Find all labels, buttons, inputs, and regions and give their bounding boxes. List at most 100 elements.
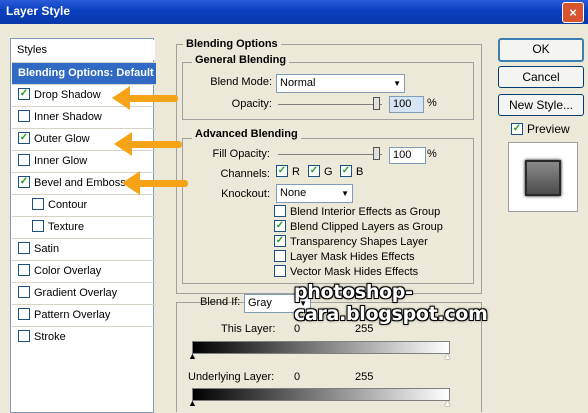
style-checkbox[interactable] xyxy=(18,154,30,167)
new-style-button[interactable]: New Style... xyxy=(498,94,584,116)
channels-label: Channels: xyxy=(220,168,270,180)
arrow-head xyxy=(122,171,140,195)
chevron-down-icon: ▼ xyxy=(393,79,401,88)
style-item-label: Bevel and Emboss xyxy=(34,177,126,189)
blend-mode-label: Blend Mode: xyxy=(210,76,272,88)
fill-opacity-input[interactable]: 100 xyxy=(389,147,426,164)
style-checkbox[interactable] xyxy=(32,220,44,233)
advanced-blending-title: Advanced Blending xyxy=(192,128,301,140)
style-checkbox[interactable]: ✓ xyxy=(18,88,30,101)
this-layer-black-slider[interactable]: ▲ xyxy=(188,351,197,361)
style-item-color-overlay[interactable]: Color Overlay xyxy=(12,260,156,282)
option-blend-interior-effects-as-group[interactable]: Blend Interior Effects as Group xyxy=(274,205,441,218)
underlying-gradient xyxy=(192,388,450,401)
style-item-label: Blending Options: Default xyxy=(18,67,154,79)
opacity-slider-thumb[interactable] xyxy=(373,97,380,110)
chevron-down-icon: ▼ xyxy=(341,189,349,198)
opacity-label: Opacity: xyxy=(231,98,272,110)
channel-label: B xyxy=(356,166,364,178)
opacity-slider-track[interactable] xyxy=(278,104,382,105)
style-item-contour[interactable]: Contour xyxy=(12,194,156,216)
style-item-label: Inner Shadow xyxy=(34,111,102,123)
style-checkbox[interactable] xyxy=(18,110,30,123)
style-item-texture[interactable]: Texture xyxy=(12,216,156,238)
option-checkbox[interactable]: ✓ xyxy=(274,220,286,233)
style-checkbox[interactable] xyxy=(18,308,30,321)
style-item-pattern-overlay[interactable]: Pattern Overlay xyxy=(12,304,156,326)
opacity-unit: % xyxy=(427,97,437,109)
option-blend-clipped-layers-as-group[interactable]: ✓ Blend Clipped Layers as Group xyxy=(274,220,443,233)
option-vector-mask-hides-effects[interactable]: Vector Mask Hides Effects xyxy=(274,265,419,278)
channel-b-toggle[interactable]: ✓ B xyxy=(340,165,364,178)
opacity-input[interactable]: 100 xyxy=(389,96,424,113)
arrow-shaft xyxy=(138,180,188,187)
style-item-inner-glow[interactable]: Inner Glow xyxy=(12,150,156,172)
title-bar xyxy=(0,0,588,24)
underlying-white-slider[interactable]: ▲ xyxy=(443,398,452,408)
option-label: Vector Mask Hides Effects xyxy=(290,266,419,278)
this-layer-white-slider[interactable]: ▲ xyxy=(443,351,452,361)
style-item-label: Stroke xyxy=(34,331,66,343)
option-label: Blend Interior Effects as Group xyxy=(290,206,441,218)
option-transparency-shapes-layer[interactable]: ✓ Transparency Shapes Layer xyxy=(274,235,428,248)
style-checkbox[interactable] xyxy=(18,242,30,255)
channel-label: R xyxy=(292,166,300,178)
preview-swatch xyxy=(508,142,578,212)
blend-mode-select[interactable]: Normal ▼ xyxy=(276,74,405,93)
preview-square xyxy=(525,160,561,196)
close-button[interactable]: × xyxy=(562,2,584,23)
style-item-gradient-overlay[interactable]: Gradient Overlay xyxy=(12,282,156,304)
channel-checkbox[interactable]: ✓ xyxy=(340,165,352,178)
fill-opacity-slider-thumb[interactable] xyxy=(373,147,380,160)
channel-g-toggle[interactable]: ✓ G xyxy=(308,165,333,178)
channel-r-toggle[interactable]: ✓ R xyxy=(276,165,300,178)
style-checkbox[interactable] xyxy=(32,198,44,211)
option-checkbox[interactable] xyxy=(274,205,286,218)
blending-options-title: Blending Options xyxy=(183,38,281,50)
underlying-high: 255 xyxy=(355,371,374,383)
option-label: Transparency Shapes Layer xyxy=(290,236,428,248)
option-checkbox[interactable]: ✓ xyxy=(274,235,286,248)
knockout-select[interactable]: None ▼ xyxy=(276,184,353,203)
style-item-stroke[interactable]: Stroke xyxy=(12,326,156,348)
style-item-label: Satin xyxy=(34,243,60,255)
option-checkbox[interactable] xyxy=(274,265,286,278)
style-item-label: Color Overlay xyxy=(34,265,102,277)
blend-mode-value: Normal xyxy=(280,77,316,89)
style-item-label: Outer Glow xyxy=(34,133,90,145)
style-checkbox[interactable] xyxy=(18,264,30,277)
channel-checkbox[interactable]: ✓ xyxy=(276,165,288,178)
blend-if-value: Gray xyxy=(248,297,272,309)
preview-toggle[interactable]: ✓ Preview xyxy=(511,122,570,136)
watermark-text: photoshop-cara.blogspot.com xyxy=(294,281,488,325)
style-item-satin[interactable]: Satin xyxy=(12,238,156,260)
style-item-label: Contour xyxy=(48,199,88,211)
underlying-layer-label: Underlying Layer: xyxy=(188,371,275,383)
knockout-label: Knockout: xyxy=(221,188,270,200)
style-checkbox[interactable] xyxy=(18,286,30,299)
style-checkbox[interactable]: ✓ xyxy=(18,176,30,189)
style-item-inner-shadow[interactable]: Inner Shadow xyxy=(12,106,156,128)
this-layer-gradient xyxy=(192,341,450,354)
preview-label: Preview xyxy=(527,122,570,136)
style-item-blending-options-default[interactable]: Blending Options: Default xyxy=(12,62,156,84)
arrow-head xyxy=(112,86,130,110)
fill-opacity-slider-track[interactable] xyxy=(278,154,382,155)
ok-button[interactable]: OK xyxy=(498,38,584,62)
style-checkbox[interactable] xyxy=(18,330,30,343)
fill-opacity-label: Fill Opacity: xyxy=(212,148,270,160)
style-item-label: Texture xyxy=(48,221,85,233)
cancel-button[interactable]: Cancel xyxy=(498,66,584,88)
arrow-shaft xyxy=(130,141,182,148)
preview-checkbox[interactable]: ✓ xyxy=(511,123,523,136)
arrow-shaft xyxy=(128,95,178,102)
arrow-head xyxy=(114,132,132,156)
channel-checkbox[interactable]: ✓ xyxy=(308,165,320,178)
style-item-label: Pattern Overlay xyxy=(34,309,111,321)
window-title: Layer Style xyxy=(6,4,71,18)
underlying-black-slider[interactable]: ▲ xyxy=(188,398,197,408)
styles-header: Styles xyxy=(12,40,155,60)
option-checkbox[interactable] xyxy=(274,250,286,263)
option-layer-mask-hides-effects[interactable]: Layer Mask Hides Effects xyxy=(274,250,415,263)
style-checkbox[interactable]: ✓ xyxy=(18,132,30,145)
